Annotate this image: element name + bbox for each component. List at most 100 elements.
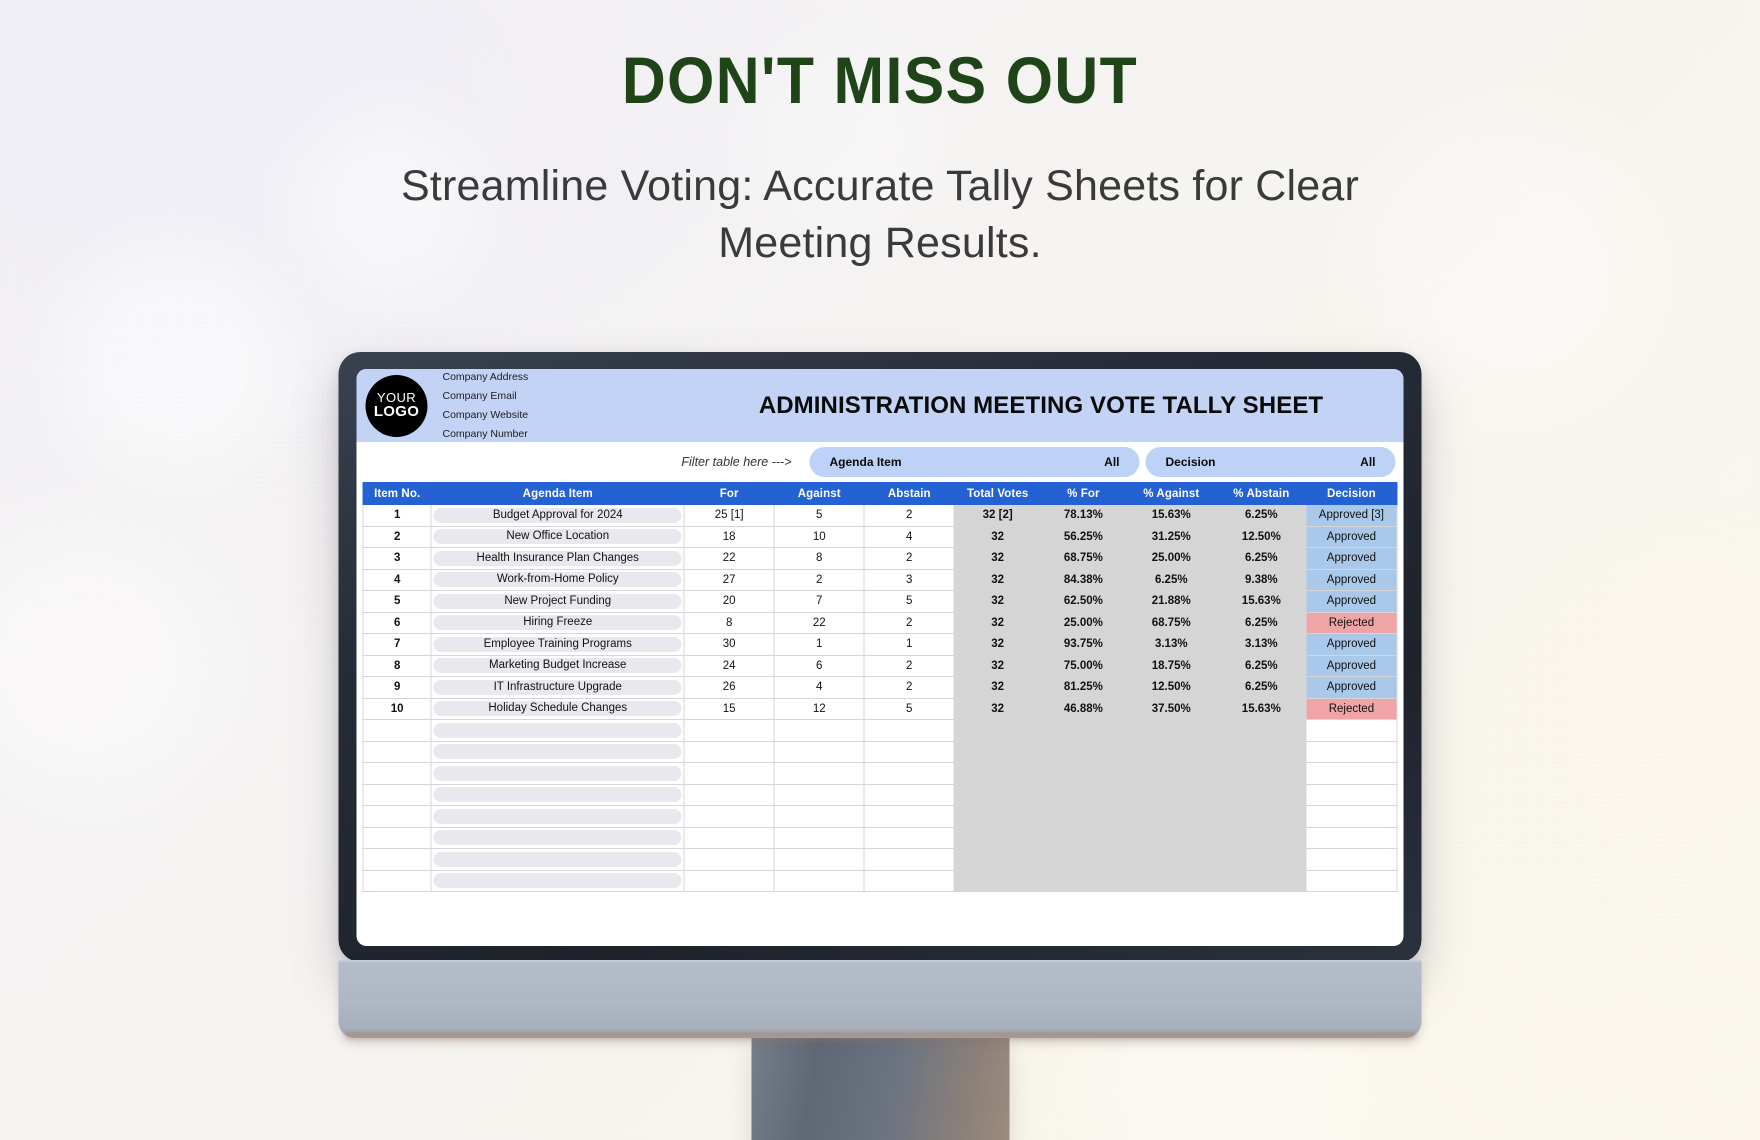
cell-pct-abstain[interactable]: 6.25% — [1216, 504, 1307, 527]
cell-decision[interactable]: Approved [3] — [1305, 504, 1398, 527]
cell-decision[interactable]: Approved — [1305, 590, 1398, 613]
cell-agenda-item[interactable] — [430, 740, 685, 763]
cell-pct-for[interactable] — [1040, 826, 1127, 849]
column-header-agenda-item[interactable]: Agenda Item — [430, 482, 685, 505]
cell-pct-for[interactable]: 81.25% — [1040, 676, 1127, 699]
cell-abstain[interactable]: 2 — [863, 504, 955, 527]
cell-for[interactable]: 20 — [683, 590, 775, 613]
cell-agenda-item[interactable]: Holiday Schedule Changes — [430, 697, 685, 720]
table-row-empty[interactable] — [362, 869, 1398, 892]
cell-pct-for[interactable]: 56.25% — [1040, 525, 1127, 548]
cell-item-no[interactable] — [362, 762, 432, 785]
cell-pct-abstain[interactable]: 12.50% — [1216, 525, 1307, 548]
cell-decision[interactable]: Approved — [1305, 525, 1398, 548]
cell-pct-abstain[interactable]: 3.13% — [1216, 633, 1307, 656]
cell-agenda-item[interactable]: Hiring Freeze — [430, 611, 685, 634]
cell-pct-abstain[interactable] — [1216, 869, 1307, 892]
cell-pct-abstain[interactable]: 6.25% — [1216, 676, 1307, 699]
cell-total-votes[interactable]: 32 — [953, 611, 1042, 634]
table-row-empty[interactable] — [362, 826, 1398, 849]
cell-pct-against[interactable]: 3.13% — [1125, 633, 1218, 656]
cell-pct-against[interactable]: 68.75% — [1125, 611, 1218, 634]
cell-pct-abstain[interactable] — [1216, 740, 1307, 763]
cell-abstain[interactable]: 2 — [863, 676, 955, 699]
table-row[interactable]: 10 Holiday Schedule Changes 15 12 5 32 46.88% 3… — [362, 697, 1398, 720]
cell-decision[interactable] — [1305, 719, 1398, 742]
cell-agenda-item[interactable]: Employee Training Programs — [430, 633, 685, 656]
cell-against[interactable]: 7 — [773, 590, 865, 613]
cell-pct-against[interactable] — [1125, 826, 1218, 849]
cell-pct-against[interactable]: 6.25% — [1125, 568, 1218, 591]
cell-for[interactable]: 22 — [683, 547, 775, 570]
cell-agenda-item[interactable]: IT Infrastructure Upgrade — [430, 676, 685, 699]
cell-total-votes[interactable] — [953, 869, 1042, 892]
cell-abstain[interactable]: 5 — [863, 590, 955, 613]
cell-pct-against[interactable] — [1125, 848, 1218, 871]
column-header-against[interactable]: Against — [773, 482, 865, 505]
cell-pct-for[interactable] — [1040, 719, 1127, 742]
cell-total-votes[interactable]: 32 — [953, 676, 1042, 699]
cell-decision[interactable] — [1305, 826, 1398, 849]
cell-item-no[interactable]: 3 — [362, 547, 432, 570]
table-row[interactable]: 6 Hiring Freeze 8 22 2 32 25.00% 68.75% 6.25% Rej… — [362, 611, 1398, 634]
cell-pct-against[interactable]: 12.50% — [1125, 676, 1218, 699]
cell-for[interactable]: 30 — [683, 633, 775, 656]
cell-pct-against[interactable] — [1125, 783, 1218, 806]
cell-pct-against[interactable] — [1125, 762, 1218, 785]
cell-against[interactable]: 12 — [773, 697, 865, 720]
cell-against[interactable] — [773, 719, 865, 742]
cell-item-no[interactable]: 1 — [362, 504, 432, 527]
cell-item-no[interactable] — [362, 719, 432, 742]
table-row-empty[interactable] — [362, 762, 1398, 785]
cell-item-no[interactable] — [362, 826, 432, 849]
cell-item-no[interactable]: 9 — [362, 676, 432, 699]
cell-pct-against[interactable]: 15.63% — [1125, 504, 1218, 527]
cell-pct-for[interactable] — [1040, 762, 1127, 785]
cell-decision[interactable] — [1305, 762, 1398, 785]
cell-for[interactable]: 24 — [683, 654, 775, 677]
table-row-empty[interactable] — [362, 719, 1398, 742]
cell-for[interactable]: 26 — [683, 676, 775, 699]
cell-pct-for[interactable] — [1040, 740, 1127, 763]
cell-total-votes[interactable]: 32 — [953, 568, 1042, 591]
cell-item-no[interactable]: 5 — [362, 590, 432, 613]
cell-agenda-item[interactable]: Work-from-Home Policy — [430, 568, 685, 591]
cell-for[interactable]: 15 — [683, 697, 775, 720]
cell-total-votes[interactable]: 32 [2] — [953, 504, 1042, 527]
cell-item-no[interactable]: 8 — [362, 654, 432, 677]
cell-item-no[interactable]: 6 — [362, 611, 432, 634]
column-header-pct-abstain[interactable]: % Abstain — [1216, 482, 1307, 505]
cell-item-no[interactable] — [362, 869, 432, 892]
cell-total-votes[interactable]: 32 — [953, 654, 1042, 677]
cell-pct-abstain[interactable]: 9.38% — [1216, 568, 1307, 591]
cell-agenda-item[interactable] — [430, 848, 685, 871]
cell-against[interactable]: 8 — [773, 547, 865, 570]
cell-pct-abstain[interactable]: 6.25% — [1216, 654, 1307, 677]
cell-decision[interactable]: Approved — [1305, 568, 1398, 591]
cell-pct-against[interactable] — [1125, 719, 1218, 742]
cell-total-votes[interactable] — [953, 740, 1042, 763]
cell-agenda-item[interactable] — [430, 826, 685, 849]
cell-abstain[interactable] — [863, 869, 955, 892]
cell-agenda-item[interactable] — [430, 805, 685, 828]
table-row[interactable]: 1 Budget Approval for 2024 25 [1] 5 2 32 [2] 7… — [362, 504, 1398, 527]
cell-pct-abstain[interactable]: 6.25% — [1216, 611, 1307, 634]
cell-abstain[interactable]: 5 — [863, 697, 955, 720]
table-row[interactable]: 2 New Office Location 18 10 4 32 56.25% 31.25% 1… — [362, 525, 1398, 548]
cell-pct-abstain[interactable] — [1216, 762, 1307, 785]
cell-against[interactable]: 1 — [773, 633, 865, 656]
cell-for[interactable]: 25 [1] — [683, 504, 775, 527]
cell-decision[interactable]: Approved — [1305, 654, 1398, 677]
cell-abstain[interactable] — [863, 805, 955, 828]
cell-abstain[interactable] — [863, 826, 955, 849]
cell-agenda-item[interactable] — [430, 762, 685, 785]
cell-for[interactable] — [683, 805, 775, 828]
cell-for[interactable] — [683, 783, 775, 806]
column-header-item-no[interactable]: Item No. — [362, 482, 432, 505]
cell-pct-for[interactable]: 46.88% — [1040, 697, 1127, 720]
cell-agenda-item[interactable] — [430, 719, 685, 742]
cell-agenda-item[interactable]: Health Insurance Plan Changes — [430, 547, 685, 570]
cell-abstain[interactable] — [863, 783, 955, 806]
cell-total-votes[interactable]: 32 — [953, 547, 1042, 570]
cell-total-votes[interactable] — [953, 783, 1042, 806]
